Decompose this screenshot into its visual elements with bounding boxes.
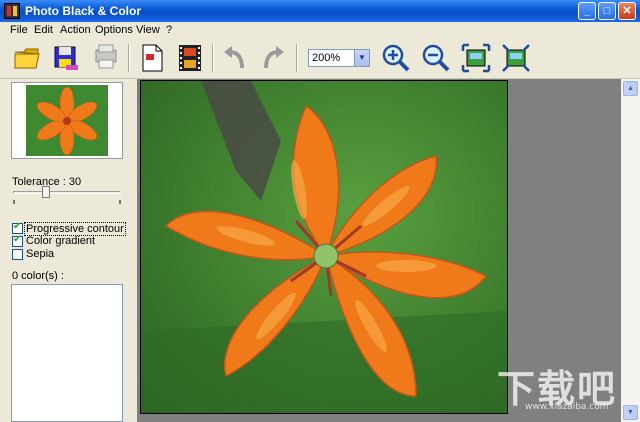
toolbar-separator	[212, 44, 214, 72]
close-button[interactable]: ✕	[618, 2, 636, 20]
main-image[interactable]	[140, 80, 508, 414]
toolbar-separator	[128, 44, 130, 72]
document-icon[interactable]	[136, 42, 168, 74]
actual-size-icon[interactable]	[500, 42, 532, 74]
undo-icon[interactable]	[220, 42, 252, 74]
menu-bar: File Edit Action Options View ?	[0, 22, 640, 38]
minimize-button[interactable]: _	[578, 2, 596, 20]
color-gradient-label[interactable]: Color gradient	[26, 235, 95, 247]
left-panel: Tolerance : 30 Progressive contour Color…	[0, 79, 135, 422]
slider-ticks	[13, 200, 121, 204]
sepia-label[interactable]: Sepia	[26, 248, 54, 260]
title-bar: Photo Black & Color _ □ ✕	[0, 0, 640, 22]
watermark-url: www.xiazaiba.com	[525, 402, 609, 412]
maximize-button[interactable]: □	[598, 2, 616, 20]
app-icon[interactable]	[4, 3, 20, 19]
redo-icon[interactable]	[256, 42, 288, 74]
zoom-out-icon[interactable]	[420, 42, 452, 74]
zoom-select[interactable]: 200% ▼	[308, 49, 370, 67]
colors-listbox[interactable]	[11, 284, 123, 422]
toolbar: 200% ▼	[0, 38, 640, 79]
progressive-contour-checkbox[interactable]	[12, 221, 23, 234]
chevron-down-icon[interactable]: ▼	[354, 50, 369, 66]
zoom-in-icon[interactable]	[380, 42, 412, 74]
film-icon[interactable]	[174, 42, 206, 74]
color-gradient-checkbox[interactable]	[12, 234, 23, 247]
zoom-value: 200%	[312, 52, 341, 64]
progressive-contour-label[interactable]: Progressive contour	[24, 222, 126, 236]
window-title: Photo Black & Color	[25, 4, 142, 18]
colors-count-label: 0 color(s) :	[12, 270, 64, 282]
sepia-checkbox[interactable]	[12, 249, 23, 260]
menu-help[interactable]: ?	[166, 24, 172, 36]
menu-view[interactable]: View	[136, 24, 160, 36]
menu-file[interactable]: File	[10, 24, 28, 36]
save-icon[interactable]	[50, 42, 82, 74]
toolbar-separator	[296, 44, 298, 72]
tolerance-slider-handle[interactable]	[42, 186, 50, 198]
tolerance-slider-track[interactable]	[13, 191, 121, 194]
open-folder-icon[interactable]	[12, 42, 44, 74]
menu-action[interactable]: Action	[60, 24, 91, 36]
menu-edit[interactable]: Edit	[34, 24, 53, 36]
menu-options[interactable]: Options	[95, 24, 133, 36]
print-icon[interactable]	[90, 42, 122, 74]
scroll-up-button[interactable]: ▲	[623, 81, 638, 96]
fit-window-icon[interactable]	[460, 42, 492, 74]
thumbnail-preview[interactable]	[11, 82, 123, 159]
watermark: 下载吧 www.xiazaiba.com	[497, 358, 627, 418]
